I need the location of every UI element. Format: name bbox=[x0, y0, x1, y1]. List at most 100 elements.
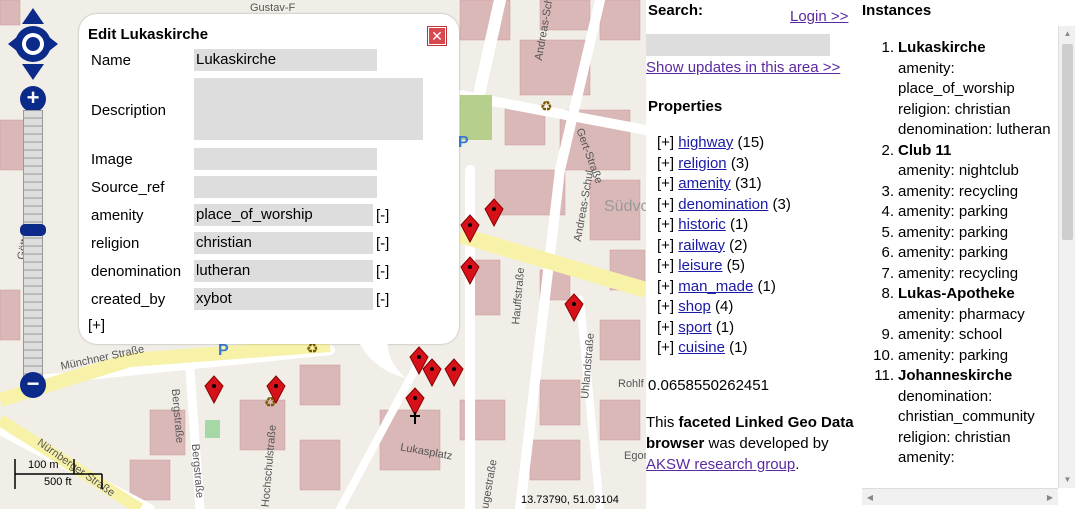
instance-item[interactable]: 6. amenity: parking bbox=[862, 243, 1058, 264]
field-label-source-ref: Source_ref bbox=[91, 179, 165, 196]
instance-item[interactable]: 10. amenity: parking bbox=[862, 346, 1058, 367]
property-link[interactable]: denomination bbox=[678, 196, 768, 213]
add-property-button[interactable]: [+] bbox=[88, 317, 105, 334]
instance-item[interactable]: 7. amenity: recycling bbox=[862, 264, 1058, 285]
instance-attribute: denomination: lutheran bbox=[898, 121, 1051, 138]
poi-marker-selected[interactable] bbox=[404, 386, 426, 424]
expand-button[interactable]: [+] bbox=[657, 216, 674, 233]
amenity-input[interactable]: place_of_worship bbox=[194, 204, 373, 226]
popup-title: Edit Lukaskirche bbox=[88, 26, 209, 43]
expand-button[interactable]: [+] bbox=[657, 237, 674, 254]
close-icon[interactable]: ✕ bbox=[427, 26, 447, 46]
instance-item[interactable]: 9. amenity: school bbox=[862, 325, 1058, 346]
poi-marker[interactable] bbox=[203, 374, 225, 404]
scroll-left-icon[interactable]: ◀ bbox=[862, 489, 878, 506]
religion-input[interactable]: christian bbox=[194, 232, 373, 254]
aksw-link[interactable]: AKSW research group bbox=[646, 456, 795, 473]
remove-amenity-button[interactable]: [-] bbox=[376, 207, 389, 224]
property-item: [+] man_made (1) bbox=[657, 278, 791, 299]
instance-item[interactable]: 1. Lukaskirche amenity: place_of_worship re… bbox=[862, 38, 1058, 141]
instance-item[interactable]: 8. Lukas-Apotheke amenity: pharmacy bbox=[862, 284, 1058, 325]
instance-name[interactable]: Lukas-Apotheke bbox=[898, 284, 1058, 305]
description-input[interactable] bbox=[194, 78, 423, 140]
zoom-slider-track[interactable] bbox=[23, 110, 43, 380]
scroll-thumb[interactable] bbox=[1062, 44, 1073, 240]
property-link[interactable]: shop bbox=[678, 298, 711, 315]
instance-item[interactable]: 4. amenity: parking bbox=[862, 202, 1058, 223]
instances-panel: Instances 1. Lukaskirche amenity: place_of… bbox=[862, 0, 1079, 509]
property-link[interactable]: cuisine bbox=[678, 339, 725, 356]
poi-marker[interactable] bbox=[459, 255, 481, 285]
zoom-out-button[interactable]: − bbox=[20, 372, 46, 398]
property-item: [+] amenity (31) bbox=[657, 175, 791, 196]
remove-denomination-button[interactable]: [-] bbox=[376, 263, 389, 280]
side-panel: Search: Login >> Show updates in this ar… bbox=[646, 0, 862, 509]
vertical-scrollbar[interactable]: ▲ ▼ bbox=[1058, 26, 1075, 488]
instance-item[interactable]: 5. amenity: parking bbox=[862, 223, 1058, 244]
scroll-down-icon[interactable]: ▼ bbox=[1059, 472, 1076, 488]
instance-name[interactable]: Club 11 bbox=[898, 141, 1058, 162]
instance-name[interactable]: Johanneskirche bbox=[898, 366, 1058, 387]
zoom-slider-handle[interactable] bbox=[20, 224, 46, 236]
image-input[interactable] bbox=[194, 148, 377, 170]
scroll-up-icon[interactable]: ▲ bbox=[1059, 26, 1076, 42]
scroll-right-icon[interactable]: ▶ bbox=[1042, 489, 1058, 506]
property-link[interactable]: railway bbox=[678, 237, 725, 254]
instance-attribute: amenity: parking bbox=[898, 203, 1009, 220]
instance-attribute: amenity: parking bbox=[898, 223, 1009, 241]
instance-item[interactable]: 3. amenity: recycling bbox=[862, 182, 1058, 203]
search-input[interactable] bbox=[646, 34, 830, 56]
field-label-denomination: denomination bbox=[91, 263, 182, 280]
zoom-in-button[interactable]: + bbox=[20, 86, 46, 112]
instance-attribute: amenity: pharmacy bbox=[898, 305, 1025, 323]
remove-religion-button[interactable]: [-] bbox=[376, 235, 389, 252]
property-link[interactable]: leisure bbox=[678, 257, 722, 274]
property-link[interactable]: historic bbox=[678, 216, 726, 233]
poi-marker[interactable] bbox=[459, 213, 481, 243]
instance-number: 5. bbox=[881, 223, 894, 241]
scale-imperial: 500 ft bbox=[44, 476, 72, 488]
property-link[interactable]: highway bbox=[678, 134, 733, 151]
instance-attribute: religion: christian bbox=[898, 428, 1011, 446]
map-view[interactable]: Andreas-Schu Gert-Straße Andreas-Schul S… bbox=[0, 0, 646, 509]
poi-marker[interactable] bbox=[483, 197, 505, 227]
edit-popup: Edit Lukaskirche ✕ Name Lukaskirche Desc… bbox=[79, 14, 459, 344]
show-updates-link[interactable]: Show updates in this area >> bbox=[646, 58, 856, 78]
pan-left-icon bbox=[8, 33, 22, 55]
instance-item[interactable]: 2. Club 11 amenity: nightclub bbox=[862, 141, 1058, 182]
expand-button[interactable]: [+] bbox=[657, 134, 674, 151]
expand-button[interactable]: [+] bbox=[657, 196, 674, 213]
pan-control[interactable] bbox=[8, 8, 58, 80]
instance-item[interactable]: 11. Johanneskirche denomination: christian… bbox=[862, 366, 1058, 469]
expand-button[interactable]: [+] bbox=[657, 278, 674, 295]
instance-number: 2. bbox=[881, 141, 894, 159]
poi-marker[interactable] bbox=[265, 374, 287, 404]
expand-button[interactable]: [+] bbox=[657, 298, 674, 315]
poi-marker[interactable] bbox=[443, 357, 465, 387]
name-input[interactable]: Lukaskirche bbox=[194, 49, 377, 71]
zoom-bar: + − bbox=[20, 86, 46, 398]
source-ref-input[interactable] bbox=[194, 176, 377, 198]
property-link[interactable]: sport bbox=[678, 319, 711, 336]
property-item: [+] religion (3) bbox=[657, 155, 791, 176]
instance-attribute: amenity: recycling bbox=[898, 182, 1019, 200]
ratio-value: 0.0658550262451 bbox=[648, 377, 769, 394]
poi-marker[interactable] bbox=[421, 357, 443, 387]
expand-button[interactable]: [+] bbox=[657, 155, 674, 172]
expand-button[interactable]: [+] bbox=[657, 257, 674, 274]
horizontal-scrollbar[interactable]: ◀ ▶ bbox=[862, 488, 1058, 505]
poi-marker[interactable] bbox=[563, 292, 585, 322]
instance-name[interactable]: Lukaskirche bbox=[898, 38, 1058, 59]
expand-button[interactable]: [+] bbox=[657, 175, 674, 192]
property-link[interactable]: religion bbox=[678, 155, 726, 172]
expand-button[interactable]: [+] bbox=[657, 319, 674, 336]
created-by-input[interactable]: xybot bbox=[194, 288, 373, 310]
property-link[interactable]: man_made bbox=[678, 278, 753, 295]
login-link[interactable]: Login >> bbox=[790, 8, 848, 25]
property-link[interactable]: amenity bbox=[678, 175, 731, 192]
property-count: (1) bbox=[729, 216, 749, 233]
instance-number: 4. bbox=[881, 203, 894, 220]
expand-button[interactable]: [+] bbox=[657, 339, 674, 356]
denomination-input[interactable]: lutheran bbox=[194, 260, 373, 282]
remove-created-by-button[interactable]: [-] bbox=[376, 291, 389, 308]
